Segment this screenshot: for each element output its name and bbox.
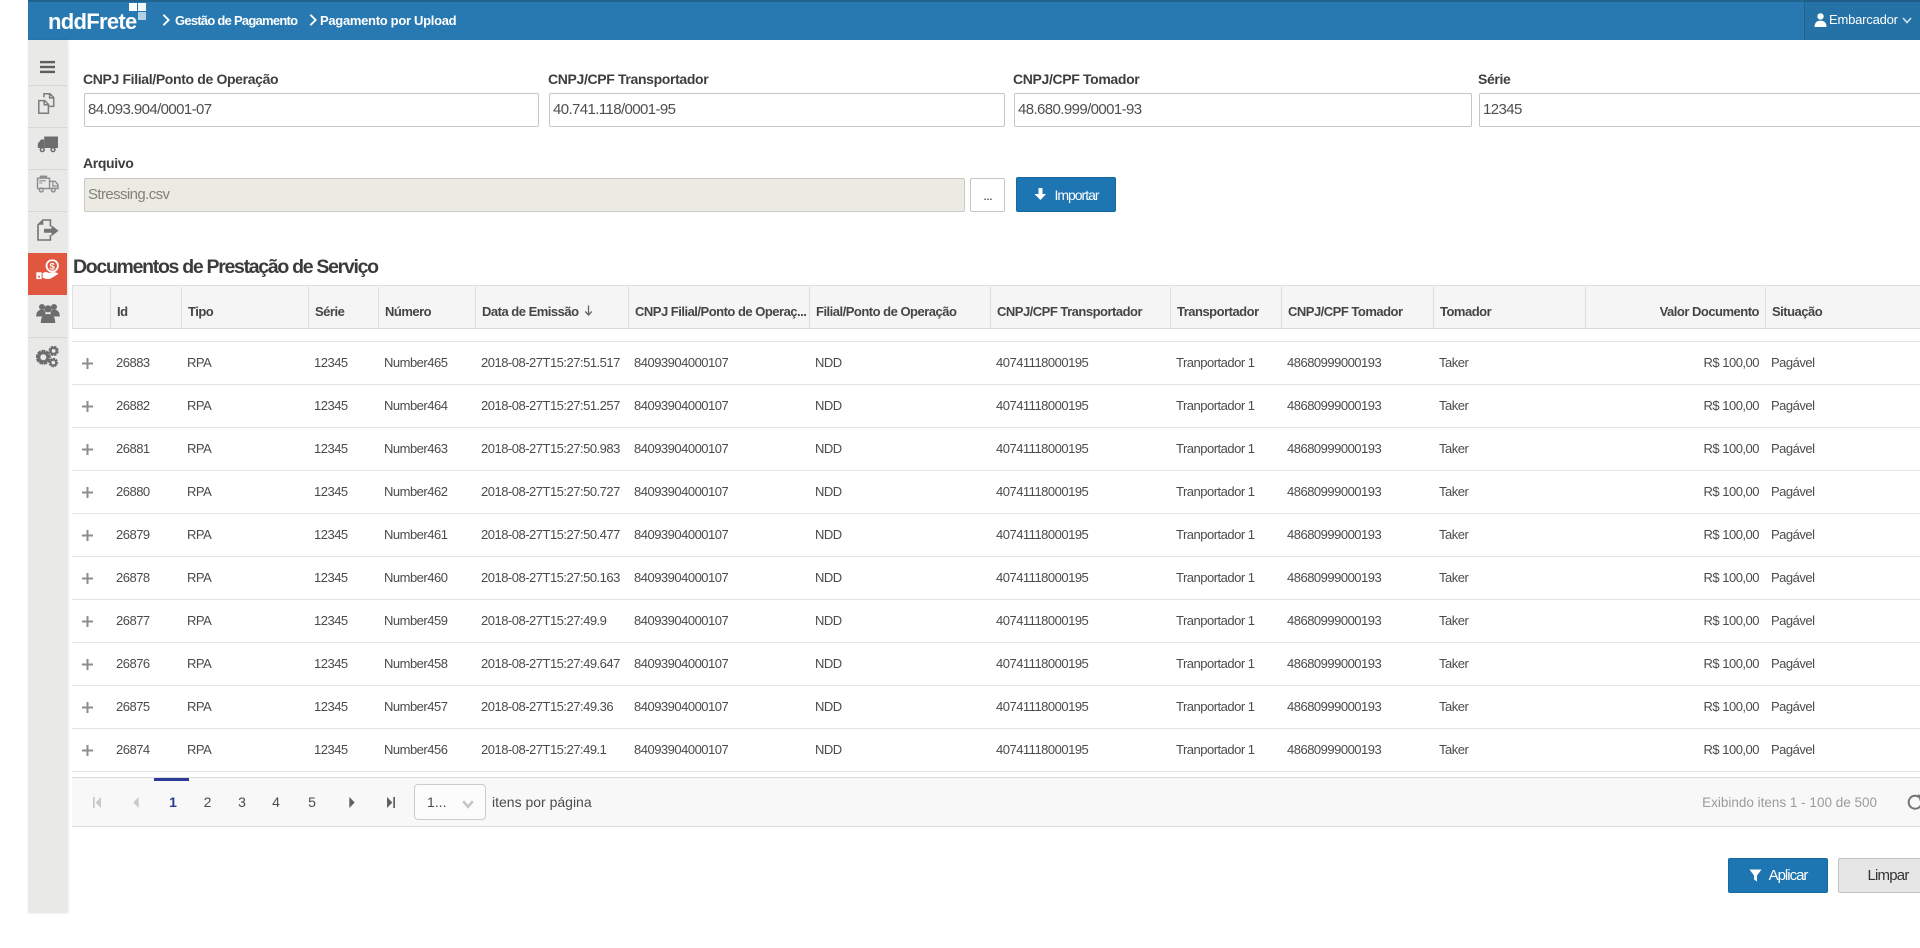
- svg-text:$: $: [50, 261, 56, 272]
